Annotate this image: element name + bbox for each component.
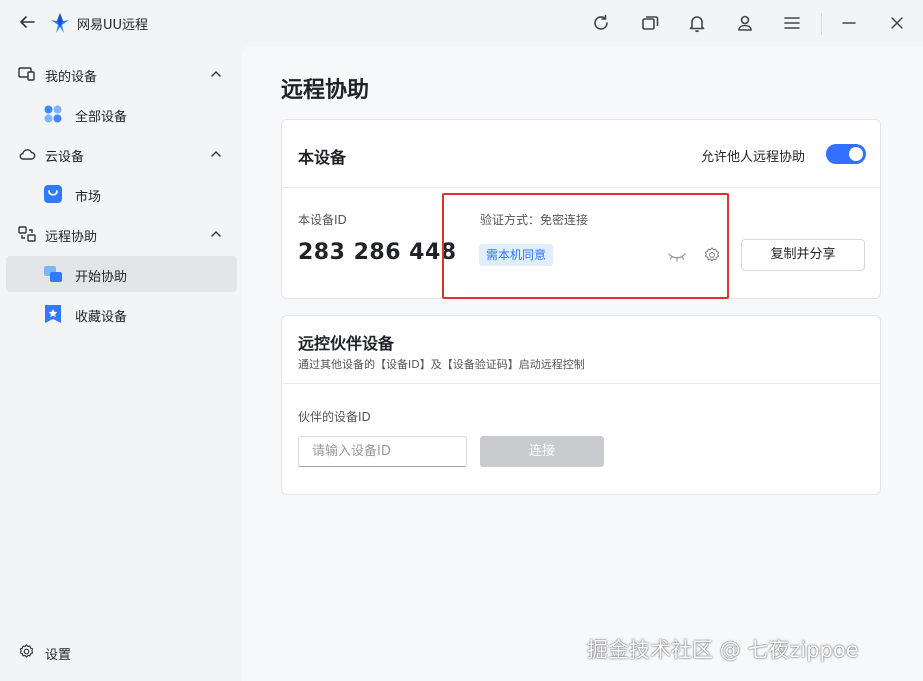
devices-icon <box>18 66 36 82</box>
bell-icon[interactable] <box>686 12 708 34</box>
sidebar-item-label: 收藏设备 <box>75 310 128 325</box>
device-id-value: 283 286 448 <box>298 240 457 265</box>
titlebar-divider <box>821 13 822 35</box>
card-divider <box>282 187 880 188</box>
app-logo-icon <box>50 12 70 34</box>
cloud-icon <box>18 146 36 162</box>
user-icon[interactable] <box>734 12 756 34</box>
grid-icon <box>43 104 63 124</box>
partner-title: 远控伙伴设备 <box>298 334 395 353</box>
refresh-icon[interactable] <box>590 12 612 34</box>
window-icon[interactable] <box>639 12 661 34</box>
app-title: 网易UU远程 <box>77 18 149 33</box>
sidebar-item-label: 市场 <box>75 190 102 205</box>
highlight-box <box>442 193 729 299</box>
shopping-bag-icon <box>43 184 63 204</box>
gear-icon <box>18 643 35 660</box>
watermark-text: 掘金技术社区 @ 七夜zippoe <box>587 638 859 662</box>
partner-device-id-label: 伙伴的设备ID <box>298 410 371 424</box>
partner-description: 通过其他设备的【设备ID】及【设备验证码】启动远程控制 <box>298 358 585 371</box>
sidebar-group-label: 我的设备 <box>45 70 98 85</box>
menu-icon[interactable] <box>781 12 803 34</box>
device-id-label: 本设备ID <box>298 213 347 227</box>
back-arrow-icon[interactable] <box>16 13 38 33</box>
chevron-up-icon[interactable] <box>209 226 223 240</box>
sidebar-group-my-devices[interactable]: 我的设备 <box>0 54 242 94</box>
chevron-up-icon[interactable] <box>209 66 223 80</box>
sidebar-item-market[interactable]: 市场 <box>6 176 237 212</box>
connect-button[interactable]: 连接 <box>480 436 604 467</box>
remote-icon <box>18 226 36 242</box>
copy-and-share-button[interactable]: 复制并分享 <box>741 239 865 271</box>
sidebar-item-start-assist[interactable]: 开始协助 <box>6 256 237 292</box>
title-bar: 网易UU远程 <box>0 0 923 46</box>
sidebar-group-label: 远程协助 <box>45 230 98 245</box>
close-icon[interactable] <box>886 12 908 34</box>
sidebar-item-label: 全部设备 <box>75 110 128 125</box>
start-assist-icon <box>43 264 63 284</box>
main-panel: 远程协助 本设备 允许他人远程协助 本设备ID 283 286 448 验证方式… <box>242 46 923 681</box>
sidebar-group-cloud-devices[interactable]: 云设备 <box>0 134 242 174</box>
sidebar-group-label: 云设备 <box>45 150 85 165</box>
card-divider <box>282 383 880 384</box>
settings-button[interactable]: 设置 <box>0 640 242 664</box>
minimize-icon[interactable] <box>838 12 860 34</box>
chevron-up-icon[interactable] <box>209 146 223 160</box>
toggle-knob <box>849 147 863 161</box>
sidebar: 我的设备 全部设备 云设备 市场 远程协助 开始协助 收藏设备 设置 <box>0 46 242 681</box>
allow-remote-toggle[interactable] <box>826 144 866 164</box>
partner-device-card: 远控伙伴设备 通过其他设备的【设备ID】及【设备验证码】启动远程控制 伙伴的设备… <box>281 315 881 495</box>
sidebar-item-favorite-devices[interactable]: 收藏设备 <box>6 296 237 332</box>
page-title: 远程协助 <box>281 78 370 103</box>
this-device-title: 本设备 <box>298 148 347 167</box>
allow-remote-label: 允许他人远程协助 <box>701 150 806 165</box>
sidebar-group-remote-assist[interactable]: 远程协助 <box>0 214 242 254</box>
sidebar-item-all-devices[interactable]: 全部设备 <box>6 96 237 132</box>
sidebar-item-label: 开始协助 <box>75 270 128 285</box>
partner-device-id-input[interactable] <box>298 436 467 467</box>
star-bookmark-icon <box>43 304 63 324</box>
settings-label: 设置 <box>45 648 72 663</box>
